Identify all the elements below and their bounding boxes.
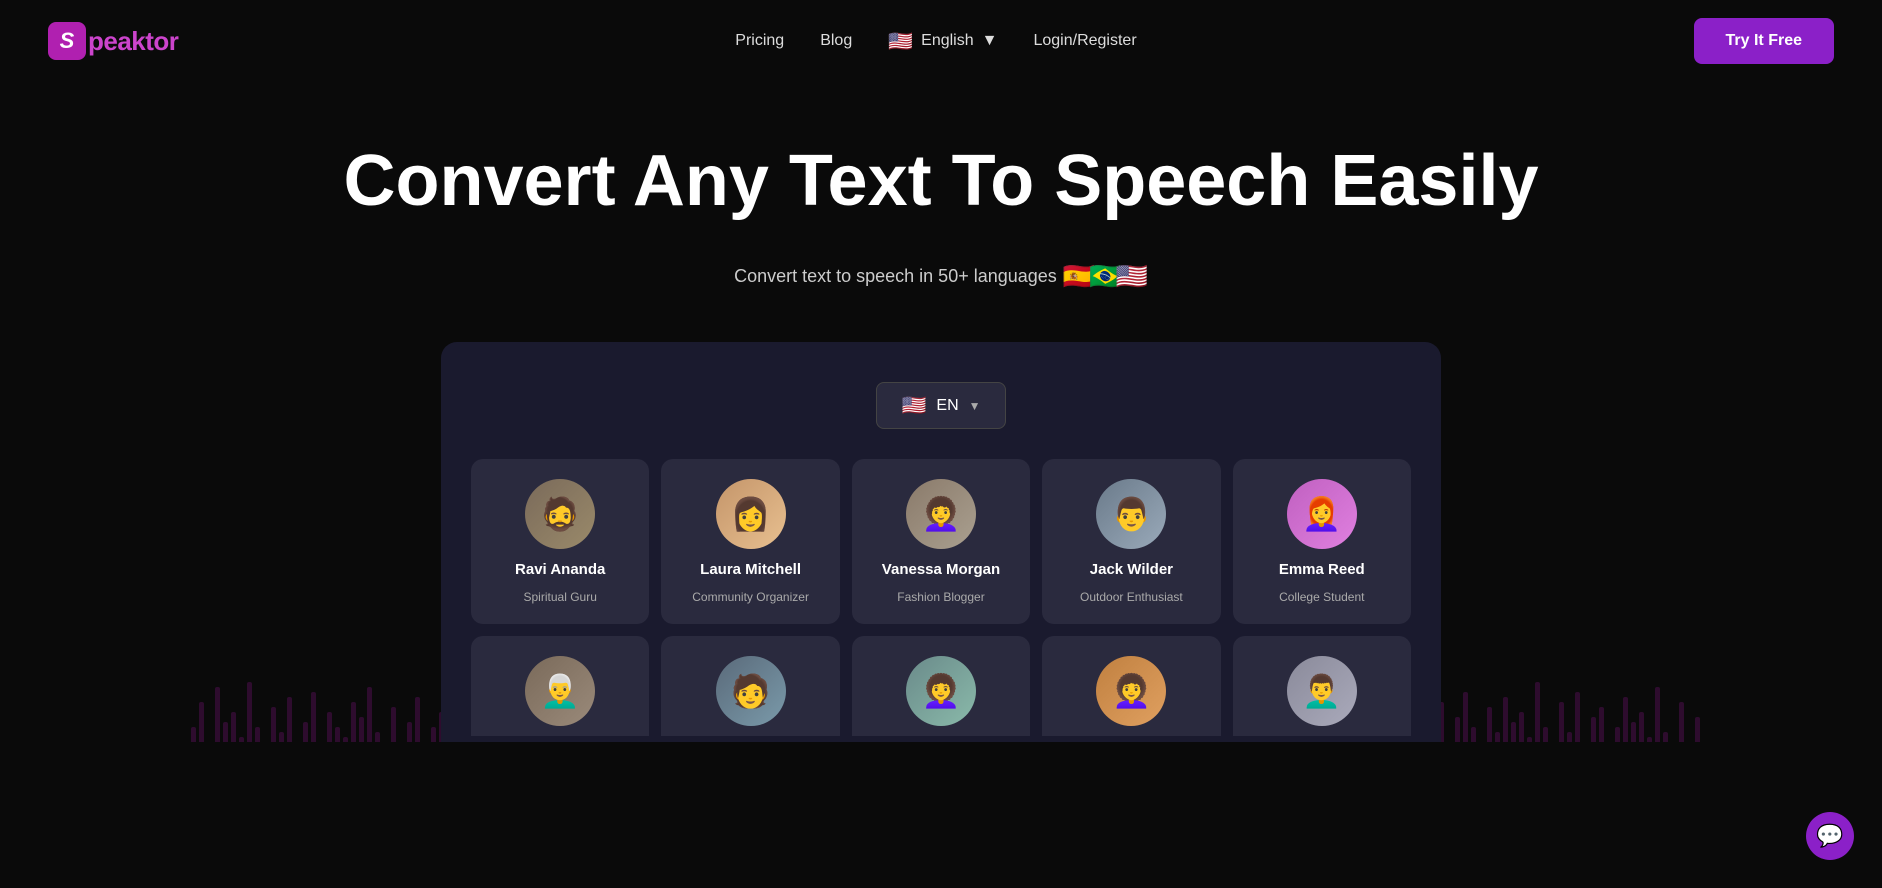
voice-card-emma-reed[interactable]: 👩‍🦰 Emma Reed College Student [1233,459,1411,624]
voice-name: Ravi Ananda [515,561,605,578]
voice-card-partial-0[interactable]: 👨‍🦳 [471,636,649,736]
voice-card-partial-2[interactable]: 👩‍🦱 [852,636,1030,736]
avatar: 👨‍🦱 [1287,656,1357,726]
logo-icon: S [48,22,86,60]
voice-card-ravi-ananda[interactable]: 🧔 Ravi Ananda Spiritual Guru [471,459,649,624]
hero-title: Convert Any Text To Speech Easily [341,142,1541,221]
avatar: 👨 [1096,479,1166,549]
language-label: English [921,32,973,50]
voice-role: Outdoor Enthusiast [1080,590,1183,604]
panel-lang-button[interactable]: 🇺🇸 EN ▼ [876,382,1005,429]
panel-chevron-icon: ▼ [969,399,981,413]
panel-lang-code: EN [936,397,958,415]
nav-pricing[interactable]: Pricing [735,32,784,50]
waveform-section: 🇺🇸 EN ▼ 🧔 Ravi Ananda Spiritual Guru 👩 L… [0,342,1882,742]
nav-login[interactable]: Login/Register [1033,32,1136,50]
voice-panel: 🇺🇸 EN ▼ 🧔 Ravi Ananda Spiritual Guru 👩 L… [441,342,1441,742]
avatar: 👩 [716,479,786,549]
voices-grid-row2: 👨‍🦳 🧑 👩‍🦱 👩‍🦱 👨‍🦱 [471,636,1411,736]
language-flags: 🇪🇸 🇧🇷 🇺🇸 [1069,261,1148,292]
avatar: 🧔 [525,479,595,549]
voices-grid-row1: 🧔 Ravi Ananda Spiritual Guru 👩 Laura Mit… [471,459,1411,624]
voice-card-laura-mitchell[interactable]: 👩 Laura Mitchell Community Organizer [661,459,839,624]
voice-card-partial-4[interactable]: 👨‍🦱 [1233,636,1411,736]
avatar: 👩‍🦰 [1287,479,1357,549]
avatar: 👩‍🦱 [1096,656,1166,726]
voice-card-partial-3[interactable]: 👩‍🦱 [1042,636,1220,736]
voice-role: College Student [1279,590,1364,604]
lang-selector: 🇺🇸 EN ▼ [471,382,1411,429]
voice-role: Community Organizer [692,590,809,604]
voice-card-jack-wilder[interactable]: 👨 Jack Wilder Outdoor Enthusiast [1042,459,1220,624]
voice-role: Fashion Blogger [897,590,984,604]
voice-card-vanessa-morgan[interactable]: 👩‍🦱 Vanessa Morgan Fashion Blogger [852,459,1030,624]
voice-card-partial-1[interactable]: 🧑 [661,636,839,736]
avatar: 👨‍🦳 [525,656,595,726]
nav-language[interactable]: 🇺🇸 English ▼ [888,29,997,54]
try-free-button[interactable]: Try It Free [1694,18,1834,64]
avatar: 🧑 [716,656,786,726]
hero-section: Convert Any Text To Speech Easily Conver… [0,82,1882,292]
chat-bubble-button[interactable]: 💬 [1806,812,1854,860]
voice-name: Emma Reed [1279,561,1365,578]
voice-role: Spiritual Guru [524,590,597,604]
chat-icon: 💬 [1816,823,1843,849]
panel-flag-icon: 🇺🇸 [901,393,926,418]
avatar: 👩‍🦱 [906,479,976,549]
flag-us-icon: 🇺🇸 [1116,261,1148,292]
nav-blog[interactable]: Blog [820,32,852,50]
navbar: S peaktor Pricing Blog 🇺🇸 English ▼ Logi… [0,0,1882,82]
voice-name: Jack Wilder [1090,561,1173,578]
chevron-down-icon: ▼ [982,32,998,50]
logo[interactable]: S peaktor [48,22,178,60]
nav-links: Pricing Blog 🇺🇸 English ▼ Login/Register [735,29,1136,54]
avatar: 👩‍🦱 [906,656,976,726]
hero-subtitle: Convert text to speech in 50+ languages … [20,261,1862,292]
voice-name: Laura Mitchell [700,561,801,578]
voice-name: Vanessa Morgan [882,561,1000,578]
logo-text: peaktor [88,26,178,57]
us-flag-icon: 🇺🇸 [888,29,913,54]
